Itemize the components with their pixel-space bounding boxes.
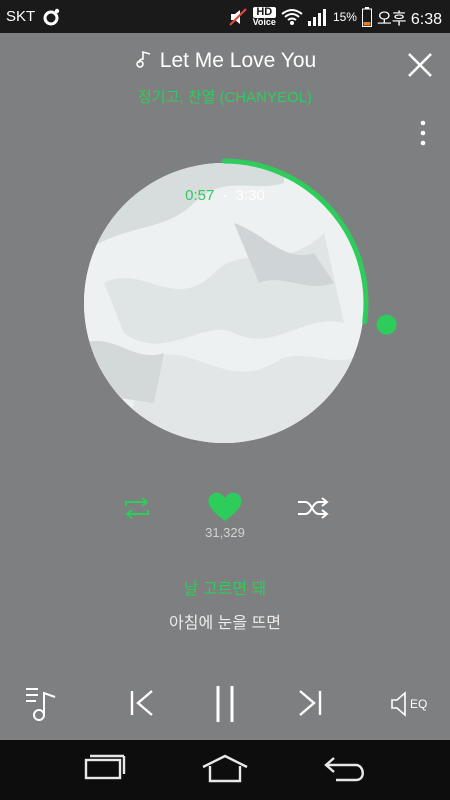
player-screen: Let Me Love You 정기고, 찬열 (CHANYEOL) 0:57 … <box>0 33 450 740</box>
eq-label: EQ <box>410 697 428 711</box>
progress-arc <box>221 158 369 325</box>
status-bar: SKT HD Voice 15% 오후 6:38 <box>0 0 450 33</box>
progress-knob[interactable] <box>376 314 397 335</box>
secondary-controls <box>0 491 450 525</box>
system-nav-bar <box>0 740 450 800</box>
previous-icon[interactable] <box>128 689 156 717</box>
battery-percent: 15% <box>332 9 357 24</box>
hd-voice-badge: HD Voice <box>252 6 276 27</box>
total-time: 3:30 <box>235 187 265 204</box>
wifi-icon <box>281 8 303 25</box>
playback-time: 0:57 · 3:30 <box>0 187 450 204</box>
mute-icon <box>228 7 247 26</box>
voice-label: Voice <box>252 16 276 27</box>
playback-controls: EQ <box>0 683 450 727</box>
progress-ring[interactable] <box>84 158 397 443</box>
album-art-container <box>84 158 397 443</box>
music-note-icon <box>135 50 150 68</box>
close-icon[interactable] <box>406 51 434 79</box>
pause-icon[interactable] <box>214 685 236 723</box>
like-count: 31,329 <box>205 525 245 540</box>
home-icon[interactable] <box>200 754 250 784</box>
playlist-icon[interactable] <box>24 685 60 723</box>
time-separator: · <box>222 187 228 204</box>
repeat-icon[interactable] <box>120 497 154 519</box>
eq-button[interactable]: EQ <box>390 691 427 717</box>
back-icon[interactable] <box>322 754 370 784</box>
signal-icon <box>307 8 326 26</box>
eq-icon <box>391 691 406 717</box>
carrier-label: SKT <box>6 8 36 25</box>
smart-guide-icon <box>43 8 60 25</box>
song-title: Let Me Love You <box>159 49 317 72</box>
song-artist[interactable]: 정기고, 찬열 (CHANYEOL) <box>0 86 450 107</box>
battery-icon <box>361 6 372 27</box>
clock: 오후 6:38 <box>376 10 442 28</box>
heart-icon[interactable] <box>207 491 243 523</box>
shuffle-icon[interactable] <box>296 497 330 519</box>
lyric-current[interactable]: 날 고르면 돼 <box>0 575 450 599</box>
next-icon[interactable] <box>296 689 324 717</box>
lyric-next[interactable]: 아침에 눈을 뜨면 <box>0 609 450 633</box>
more-options-icon[interactable] <box>420 120 426 146</box>
hd-label: HD <box>252 6 276 18</box>
current-time: 0:57 <box>185 187 215 204</box>
recent-apps-icon[interactable] <box>80 754 126 784</box>
song-title-row: Let Me Love You <box>0 49 450 73</box>
